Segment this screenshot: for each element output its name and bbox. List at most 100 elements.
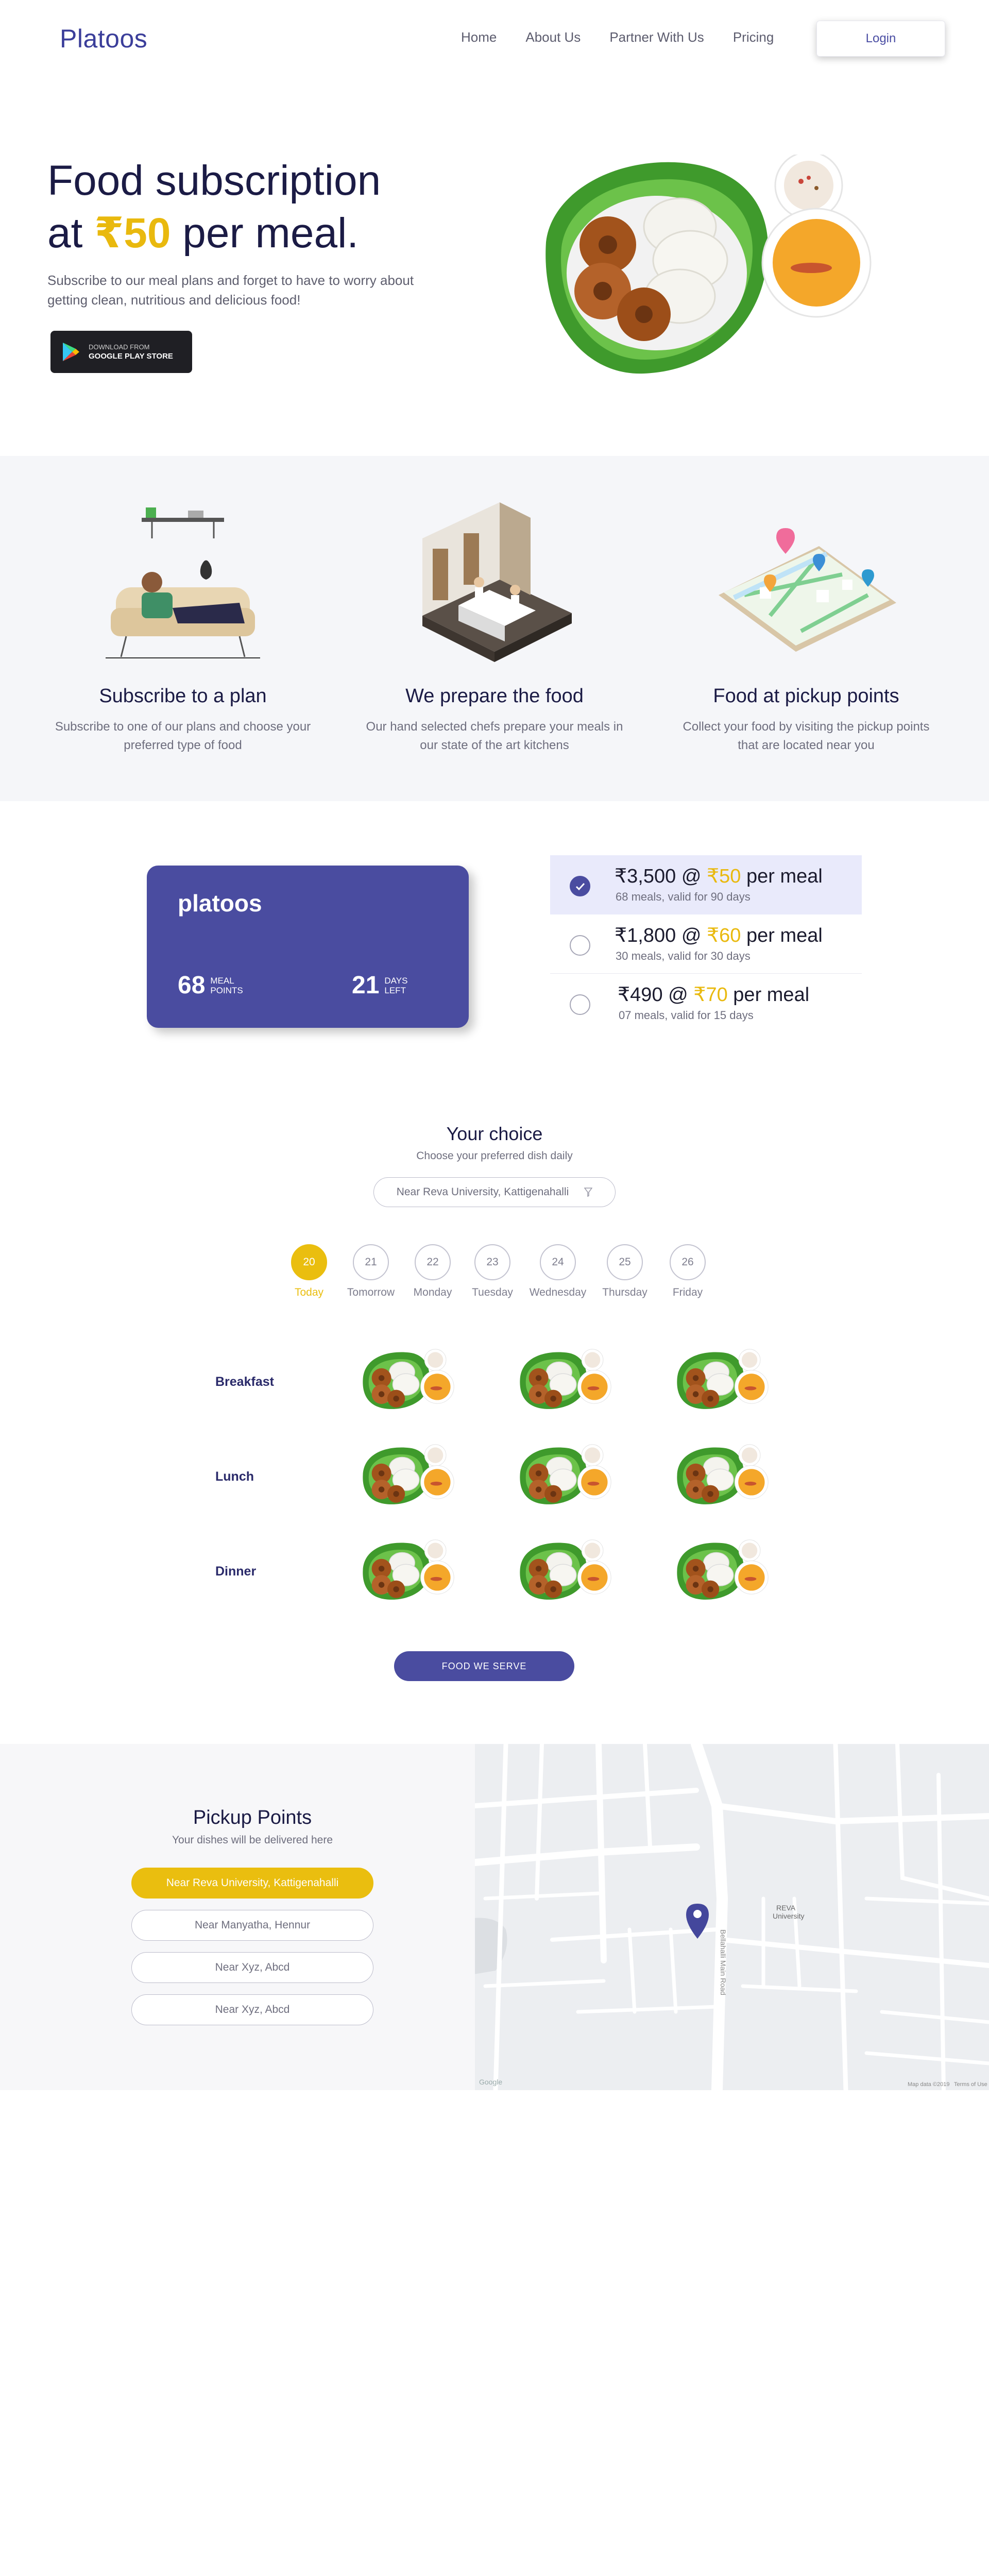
date-label: Tomorrow — [347, 1286, 395, 1298]
play-store-button[interactable]: DOWNLOAD FROM GOOGLE PLAY STORE — [50, 331, 192, 373]
radio-checked-icon[interactable] — [570, 876, 590, 896]
subscription-card: platoos 68 MEAL POINTS 21 DAYS LEFT — [147, 866, 469, 1028]
step-title: Food at pickup points — [713, 685, 899, 707]
card-meal-points: 68 MEAL POINTS — [178, 971, 243, 999]
pickup-subtitle: Your dishes will be delivered here — [172, 1834, 333, 1846]
radio-unchecked-icon[interactable] — [570, 935, 590, 956]
brand-logo[interactable]: Platoos — [60, 24, 147, 54]
date-item-tomorrow[interactable]: 21 Tomorrow — [340, 1244, 402, 1299]
step-title: We prepare the food — [405, 685, 584, 707]
date-number: 23 — [474, 1244, 510, 1280]
date-label: Tuesday — [472, 1286, 513, 1298]
location-select[interactable]: Near Reva University, Kattigenahalli — [373, 1177, 616, 1207]
phone-map-illustration-icon — [719, 528, 896, 652]
how-it-works-section: Subscribe to a plan Subscribe to one of … — [0, 456, 989, 801]
hero-title: Food subscription at ₹50 per meal. — [47, 155, 381, 260]
nav-link-about[interactable]: About Us — [525, 29, 581, 45]
days-left-label: DAYS LEFT — [384, 976, 407, 995]
pickup-title: Pickup Points — [193, 1807, 312, 1828]
pickup-map[interactable]: Bellahalli Main Road REVA University Goo… — [475, 1744, 989, 2090]
step-description: Our hand selected chefs prepare your mea… — [366, 720, 623, 752]
map-place-label-1: REVA — [776, 1904, 796, 1912]
dish-image-dinner-1[interactable] — [358, 1538, 456, 1605]
nav-link-partner[interactable]: Partner With Us — [609, 29, 704, 45]
date-item-tuesday[interactable]: 23 Tuesday — [462, 1244, 523, 1299]
nav-links: Home About Us Partner With Us Pricing — [461, 29, 774, 45]
date-item-friday[interactable]: 26 Friday — [657, 1244, 719, 1299]
date-number: 21 — [353, 1244, 389, 1280]
plan-total: ₹1,800 @ — [615, 925, 702, 946]
dish-image-breakfast-2[interactable] — [515, 1347, 613, 1414]
date-item-thursday[interactable]: 25 Thursday — [594, 1244, 656, 1299]
plan-suffix: per meal — [746, 925, 823, 946]
plan-meta: 07 meals, valid for 15 days — [619, 1009, 754, 1022]
plan-price: ₹1,800 @ ₹60 per meal — [615, 924, 823, 947]
play-store-icon — [63, 343, 79, 361]
map-road-label: Bellahalli Main Road — [719, 1929, 727, 1995]
plan-total: ₹3,500 @ — [615, 866, 702, 887]
days-left-label-2: LEFT — [384, 985, 406, 995]
meal-label-lunch: Lunch — [215, 1469, 254, 1484]
map-data-credit: Map data ©2019 — [908, 2081, 950, 2088]
hero-subtitle: Subscribe to our meal plans and forget t… — [47, 273, 414, 308]
pickup-option[interactable]: Near Reva University, Kattigenahalli — [131, 1868, 373, 1899]
meal-label-breakfast: Breakfast — [215, 1375, 274, 1389]
plan-suffix: per meal — [733, 984, 810, 1006]
meal-label-dinner: Dinner — [215, 1564, 257, 1579]
dish-image-dinner-3[interactable] — [672, 1538, 770, 1605]
radio-unchecked-icon[interactable] — [570, 994, 590, 1015]
hero-title-rest: per meal. — [182, 210, 359, 257]
plan-option-90-days[interactable]: ₹3,500 @ ₹50 per meal 68 meals, valid fo… — [550, 855, 862, 914]
kitchen-illustration-icon — [422, 502, 572, 662]
plan-rate: ₹60 — [706, 925, 741, 946]
days-left-value: 21 — [352, 972, 380, 999]
plan-meta: 30 meals, valid for 30 days — [616, 950, 751, 962]
plan-price: ₹490 @ ₹70 per meal — [618, 983, 809, 1006]
location-select-value: Near Reva University, Kattigenahalli — [396, 1186, 569, 1198]
plan-rate: ₹70 — [693, 984, 728, 1006]
date-label: Monday — [413, 1286, 452, 1298]
dish-image-dinner-2[interactable] — [515, 1538, 613, 1605]
meal-points-value: 68 — [178, 972, 206, 999]
plan-meta: 68 meals, valid for 90 days — [616, 890, 751, 903]
plan-option-30-days[interactable]: ₹1,800 @ ₹60 per meal 30 meals, valid fo… — [550, 914, 862, 974]
choice-title: Your choice — [446, 1123, 543, 1144]
hero-title-line1: Food subscription — [47, 157, 381, 204]
hero-title-price: ₹50 — [94, 210, 171, 257]
dish-image-breakfast-3[interactable] — [672, 1347, 770, 1414]
play-store-text: DOWNLOAD FROM GOOGLE PLAY STORE — [89, 343, 173, 361]
choice-subtitle: Choose your preferred dish daily — [416, 1150, 573, 1162]
plan-price: ₹3,500 @ ₹50 per meal — [615, 865, 823, 888]
date-item-monday[interactable]: 22 Monday — [402, 1244, 464, 1299]
nav-link-home[interactable]: Home — [461, 29, 497, 45]
pickup-option[interactable]: Near Xyz, Abcd — [131, 1994, 373, 2025]
date-label: Wednesday — [529, 1286, 587, 1298]
dish-image-breakfast-1[interactable] — [358, 1347, 456, 1414]
plan-total: ₹490 @ — [618, 984, 688, 1006]
pickup-option[interactable]: Near Xyz, Abcd — [131, 1952, 373, 1983]
dish-image-lunch-3[interactable] — [672, 1443, 770, 1510]
map-terms-link[interactable]: Terms of Use — [954, 2081, 987, 2088]
step-description: Subscribe to one of our plans and choose… — [55, 720, 311, 752]
map-google-logo: Google — [479, 2078, 503, 2086]
map-place-label-2: University — [773, 1912, 805, 1920]
food-we-serve-button[interactable]: FOOD WE SERVE — [394, 1651, 574, 1681]
login-button[interactable]: Login — [816, 21, 945, 57]
date-item-today[interactable]: 20 Today — [278, 1244, 340, 1299]
meal-points-label-1: MEAL — [210, 975, 234, 986]
date-label: Today — [294, 1286, 324, 1298]
date-number: 25 — [607, 1244, 643, 1280]
sofa-illustration-icon — [106, 507, 260, 658]
dish-image-lunch-1[interactable] — [358, 1443, 456, 1510]
top-nav: Platoos Home About Us Partner With Us Pr… — [0, 0, 989, 77]
play-store-small: DOWNLOAD FROM — [89, 343, 150, 351]
meal-points-label: MEAL POINTS — [210, 976, 243, 995]
nav-link-pricing[interactable]: Pricing — [733, 29, 774, 45]
plan-suffix: per meal — [746, 866, 823, 887]
dish-image-lunch-2[interactable] — [515, 1443, 613, 1510]
pickup-option[interactable]: Near Manyatha, Hennur — [131, 1910, 373, 1941]
date-item-wednesday[interactable]: 24 Wednesday — [527, 1244, 589, 1299]
plan-option-15-days[interactable]: ₹490 @ ₹70 per meal 07 meals, valid for … — [550, 974, 862, 1033]
card-brand: platoos — [178, 890, 262, 917]
meal-points-label-2: POINTS — [210, 985, 243, 995]
